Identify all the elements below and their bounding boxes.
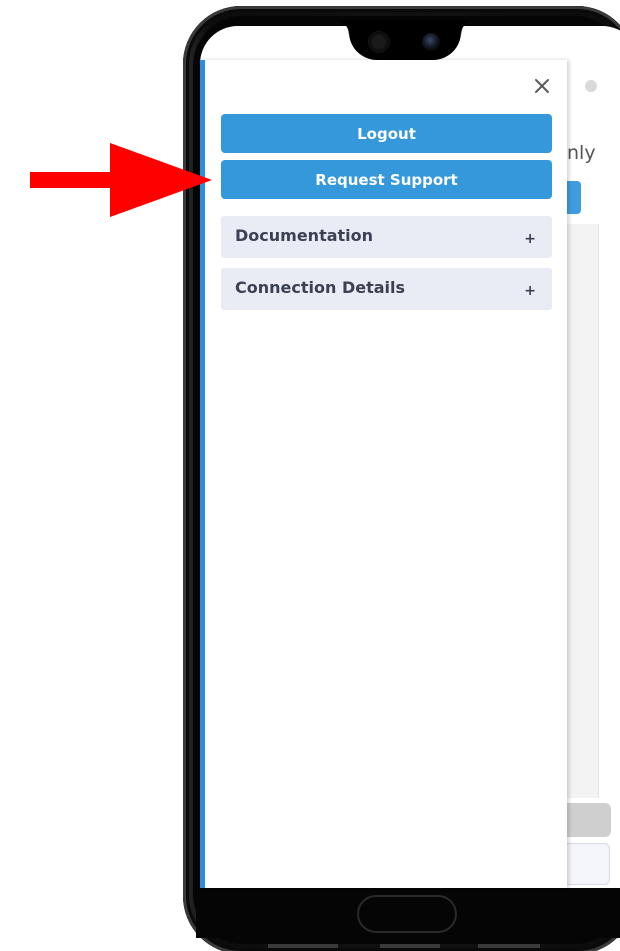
background-text-fragment: nly xyxy=(567,142,596,164)
app-stage: nly Logout Request Support Documentation… xyxy=(0,0,620,951)
request-support-button[interactable]: Request Support xyxy=(221,160,552,199)
earpiece-speaker xyxy=(369,32,389,52)
background-gray-button-fragment[interactable] xyxy=(566,803,611,837)
accordion-title: Connection Details xyxy=(235,277,406,297)
accordion-title: Documentation xyxy=(235,225,374,245)
phone-notch xyxy=(335,20,475,60)
status-dot-icon xyxy=(585,80,597,92)
phone-bottom-edge xyxy=(380,944,440,948)
accordion-connection-details[interactable]: Connection Details + xyxy=(221,268,552,310)
logout-button[interactable]: Logout xyxy=(221,114,552,153)
plus-icon: + xyxy=(524,283,536,299)
plus-icon: + xyxy=(524,231,536,247)
close-button[interactable] xyxy=(530,74,554,98)
home-button[interactable] xyxy=(357,895,457,933)
accordion-documentation[interactable]: Documentation + xyxy=(221,216,552,258)
phone-bottom-edge xyxy=(478,944,540,948)
background-panel-fragment xyxy=(566,224,599,798)
background-input-fragment[interactable] xyxy=(566,843,610,885)
front-camera-icon xyxy=(422,33,440,51)
annotation-arrow-icon xyxy=(30,143,212,217)
close-icon xyxy=(535,79,549,93)
background-button-fragment[interactable] xyxy=(566,181,581,214)
phone-bottom-edge xyxy=(268,944,338,948)
